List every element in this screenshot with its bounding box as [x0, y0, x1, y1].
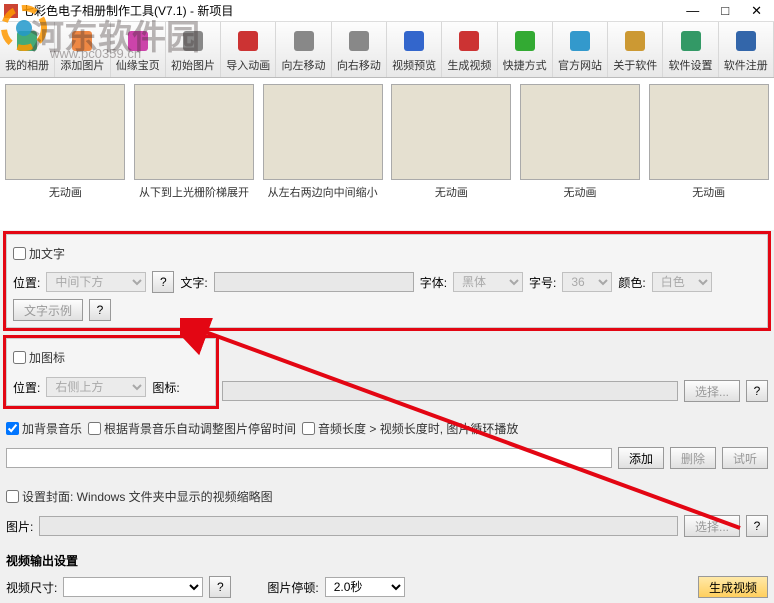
text-input[interactable]: [214, 272, 414, 292]
toolbar-generate-icon[interactable]: 生成视频: [442, 22, 497, 77]
toolbar-preview-icon[interactable]: 视频预览: [387, 22, 442, 77]
select-icon-button[interactable]: 选择...: [684, 380, 740, 402]
toolbar-register-icon[interactable]: 软件注册: [719, 22, 774, 77]
register-icon: [732, 27, 760, 55]
thumbnail-image: [134, 84, 254, 180]
toolbar-about-icon[interactable]: 关于软件: [608, 22, 663, 77]
shortcut-icon: [511, 27, 539, 55]
loop-checkbox[interactable]: 音频长度 > 视频长度时, 图片循环播放: [302, 420, 518, 437]
bgm-section: 加背景音乐 根据背景音乐自动调整图片停留时间 音频长度 > 视频长度时, 图片循…: [6, 416, 768, 470]
help-button[interactable]: ?: [89, 299, 111, 321]
website-icon: [566, 27, 594, 55]
thumbnail-image: [5, 84, 125, 180]
thumbnail-item[interactable]: 无动画: [519, 84, 642, 224]
color-label: 颜色:: [618, 274, 645, 291]
bgm-path-input[interactable]: [6, 448, 612, 468]
bgm-checkbox[interactable]: 加背景音乐: [6, 420, 82, 437]
font-select[interactable]: 黑体: [453, 272, 523, 292]
font-label: 字体:: [420, 274, 447, 291]
toolbar-shortcut-icon[interactable]: 快捷方式: [498, 22, 553, 77]
thumbnail-image: [649, 84, 769, 180]
cover-section: 设置封面: Windows 文件夹中显示的视频缩略图 图片: 选择... ?: [6, 484, 768, 538]
help-button[interactable]: ?: [746, 515, 768, 537]
output-section: 视频输出设置 视频尺寸: ? 图片停顿: 2.0秒 生成视频: [6, 552, 768, 599]
watermark-url: www.pc0359.cn: [50, 46, 141, 61]
minimize-button[interactable]: —: [686, 3, 699, 19]
thumbnail-caption: 无动画: [692, 184, 725, 200]
img-duration-label: 图片停顿:: [267, 579, 318, 596]
cover-path-input[interactable]: [39, 516, 678, 536]
maximize-button[interactable]: □: [721, 3, 729, 19]
add-text-checkbox[interactable]: 加文字: [13, 245, 65, 262]
toolbar-website-icon[interactable]: 官方网站: [553, 22, 608, 77]
thumbnail-item[interactable]: 无动画: [4, 84, 127, 224]
thumbnail-caption: 无动画: [435, 184, 468, 200]
add-icon-checkbox[interactable]: 加图标: [13, 349, 65, 366]
preview-icon: [400, 27, 428, 55]
add-icon-section: 加图标 位置: 右侧上方 图标:: [6, 338, 216, 406]
thumbnail-item[interactable]: 无动画: [647, 84, 770, 224]
thumbnail-caption: 从左右两边向中间缩小: [268, 184, 378, 200]
thumbnail-image: [263, 84, 383, 180]
autofit-checkbox[interactable]: 根据背景音乐自动调整图片停留时间: [88, 420, 296, 437]
thumbnail-image: [391, 84, 511, 180]
thumbnail-item[interactable]: 从左右两边向中间缩小: [261, 84, 384, 224]
help-button[interactable]: ?: [209, 576, 231, 598]
about-icon: [621, 27, 649, 55]
thumbnail-item[interactable]: 无动画: [390, 84, 513, 224]
toolbar-settings-icon[interactable]: 软件设置: [663, 22, 718, 77]
import-icon: [234, 27, 262, 55]
video-size-select[interactable]: [63, 577, 203, 597]
position-label: 位置:: [13, 379, 40, 396]
cover-img-label: 图片:: [6, 518, 33, 535]
toolbar-arrow-left-icon[interactable]: 向左移动: [276, 22, 331, 77]
color-select[interactable]: 白色: [652, 272, 712, 292]
thumbnail-caption: 从下到上光栅阶梯展开: [139, 184, 249, 200]
thumbnail-caption: 无动画: [49, 184, 82, 200]
watermark-logo: [0, 4, 48, 52]
arrow-left-icon: [290, 27, 318, 55]
icon-position-select[interactable]: 右侧上方: [46, 377, 146, 397]
select-cover-button[interactable]: 选择...: [684, 515, 740, 537]
close-button[interactable]: ✕: [751, 3, 762, 19]
icon-label: 图标:: [152, 379, 179, 396]
img-duration-select[interactable]: 2.0秒: [325, 577, 405, 597]
position-label: 位置:: [13, 274, 40, 291]
arrow-right-icon: [345, 27, 373, 55]
title-bar: 七彩色电子相册制作工具(V7.1) - 新项目 — □ ✕: [0, 0, 774, 22]
cover-checkbox[interactable]: 设置封面: Windows 文件夹中显示的视频缩略图: [6, 488, 273, 505]
toolbar-import-icon[interactable]: 导入动画: [221, 22, 276, 77]
add-bgm-button[interactable]: 添加: [618, 447, 664, 469]
text-example-button[interactable]: 文字示例: [13, 299, 83, 321]
size-select[interactable]: 36: [562, 272, 612, 292]
settings-icon: [677, 27, 705, 55]
icon-path-input[interactable]: [222, 381, 678, 401]
help-button[interactable]: ?: [746, 380, 768, 402]
output-title: 视频输出设置: [6, 552, 768, 569]
thumbnail-item[interactable]: 从下到上光栅阶梯展开: [133, 84, 256, 224]
text-position-select[interactable]: 中间下方: [46, 272, 146, 292]
thumbnail-caption: 无动画: [564, 184, 597, 200]
toolbar-init-icon[interactable]: 初始图片: [166, 22, 221, 77]
test-bgm-button[interactable]: 试听: [722, 447, 768, 469]
thumbnail-image: [520, 84, 640, 180]
video-size-label: 视频尺寸:: [6, 579, 57, 596]
help-button[interactable]: ?: [152, 271, 174, 293]
text-label: 文字:: [180, 274, 207, 291]
add-text-section: 加文字 位置: 中间下方 ? 文字: 字体: 黑体 字号: 36 颜色: 白色 …: [6, 234, 768, 328]
del-bgm-button[interactable]: 删除: [670, 447, 716, 469]
generate-icon: [455, 27, 483, 55]
toolbar-arrow-right-icon[interactable]: 向右移动: [332, 22, 387, 77]
window-title: 七彩色电子相册制作工具(V7.1) - 新项目: [22, 2, 233, 19]
init-icon: [179, 27, 207, 55]
generate-video-button[interactable]: 生成视频: [698, 576, 768, 598]
size-label: 字号:: [529, 274, 556, 291]
thumbnail-strip: 无动画 从下到上光栅阶梯展开 从左右两边向中间缩小 无动画 无动画 无动画: [0, 78, 774, 230]
